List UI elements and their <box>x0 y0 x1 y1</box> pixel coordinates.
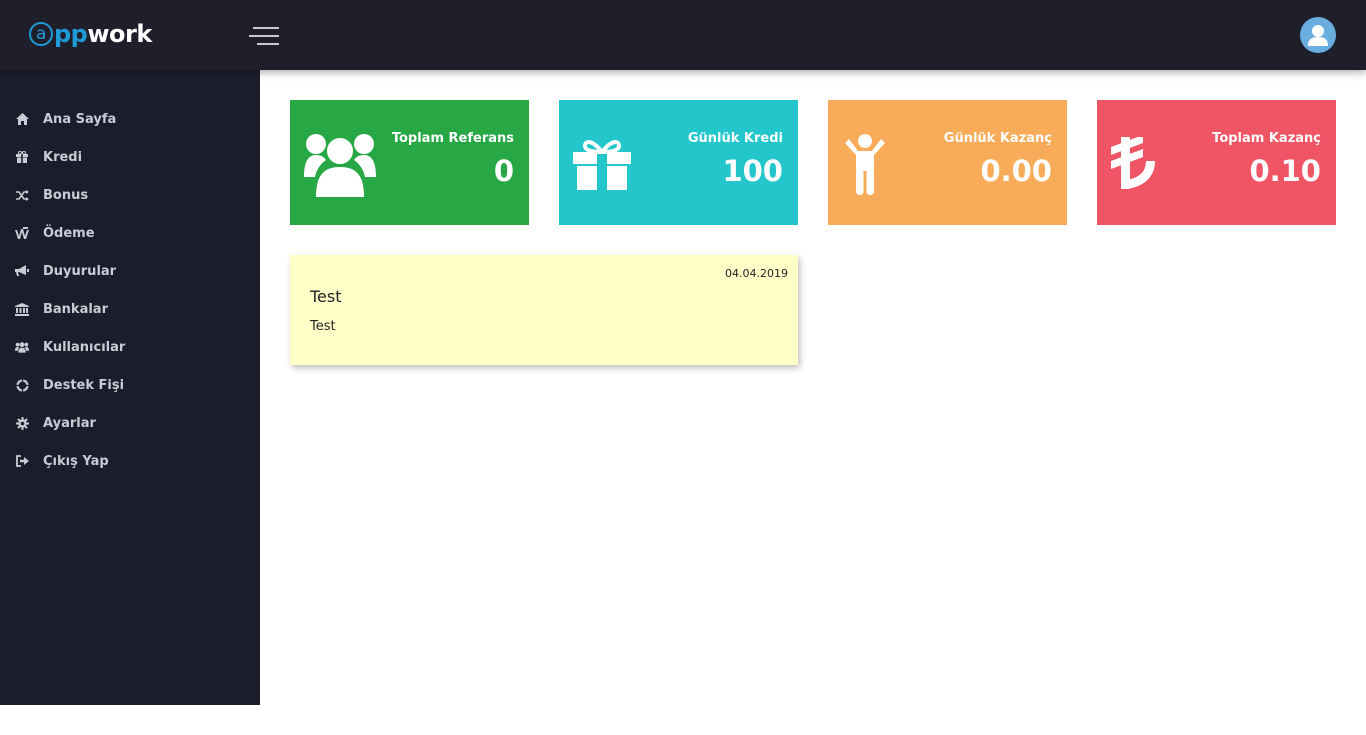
hamburger-icon[interactable] <box>249 27 279 45</box>
sidebar-item-label: Bonus <box>43 187 89 203</box>
sidebar-item-bonus[interactable]: Bonus <box>0 176 260 214</box>
sidebar-item-ana-sayfa[interactable]: Ana Sayfa <box>0 100 260 138</box>
sidebar-item-bankalar[interactable]: Bankalar <box>0 290 260 328</box>
logo-at-symbol: a <box>29 22 53 46</box>
lira-icon <box>1111 130 1157 198</box>
logo-work-text: work <box>87 20 152 48</box>
top-navbar: a pp work <box>0 0 1366 70</box>
card-value: 0.00 <box>980 154 1052 188</box>
sidebar-item-odeme[interactable]: Ödeme <box>0 214 260 252</box>
announcement-note[interactable]: 04.04.2019 Test Test <box>290 255 798 365</box>
card-title: Günlük Kredi <box>687 131 783 146</box>
card-gunluk-kazanc[interactable]: Günlük Kazanç 0.00 <box>828 100 1067 225</box>
sidebar-nav: Ana Sayfa Kredi Bonus Ödeme Duyurular Ba… <box>0 100 260 480</box>
sidebar-item-label: Ayarlar <box>43 415 96 431</box>
appwork-logo[interactable]: a pp work <box>29 19 152 49</box>
card-value: 0.10 <box>1249 154 1321 188</box>
sidebar-item-ayarlar[interactable]: Ayarlar <box>0 404 260 442</box>
card-title: Günlük Kazanç <box>943 131 1052 146</box>
gift-icon <box>15 150 29 164</box>
sidebar-item-destek-fisi[interactable]: Destek Fişi <box>0 366 260 404</box>
sidebar-item-label: Bankalar <box>43 301 108 317</box>
note-body: Test <box>310 319 336 334</box>
sidebar-item-label: Kullanıcılar <box>43 339 126 355</box>
note-title: Test <box>310 287 342 306</box>
lifebuoy-icon <box>15 378 29 392</box>
megaphone-icon <box>15 264 29 278</box>
card-title: Toplam Referans <box>391 131 514 146</box>
sidebar-item-duyurular[interactable]: Duyurular <box>0 252 260 290</box>
card-value: 0 <box>493 154 514 188</box>
sidebar-item-kredi[interactable]: Kredi <box>0 138 260 176</box>
sidebar-item-label: Çıkış Yap <box>43 453 109 469</box>
sign-out-icon <box>15 454 29 468</box>
card-title: Toplam Kazanç <box>1212 131 1321 146</box>
sidebar-item-label: Kredi <box>43 149 83 165</box>
child-icon <box>842 130 888 198</box>
sidebar-item-label: Ana Sayfa <box>43 111 117 127</box>
home-icon <box>15 112 29 126</box>
card-toplam-referans[interactable]: Toplam Referans 0 <box>290 100 529 225</box>
logo-pp-text: pp <box>54 20 88 48</box>
card-value: 100 <box>722 154 783 188</box>
card-toplam-kazanc[interactable]: Toplam Kazanç 0.10 <box>1097 100 1336 225</box>
users-icon <box>304 130 376 198</box>
card-gunluk-kredi[interactable]: Günlük Kredi 100 <box>559 100 798 225</box>
sidebar: Ana Sayfa Kredi Bonus Ödeme Duyurular Ba… <box>0 70 260 705</box>
sidebar-item-kullanicilar[interactable]: Kullanıcılar <box>0 328 260 366</box>
note-date: 04.04.2019 <box>725 267 788 280</box>
user-avatar-icon[interactable] <box>1300 17 1336 53</box>
gift-icon <box>573 130 631 198</box>
sidebar-item-label: Destek Fişi <box>43 377 125 393</box>
shuffle-icon <box>15 188 29 202</box>
bank-icon <box>15 302 29 316</box>
sidebar-item-label: Duyurular <box>43 263 117 279</box>
users-icon <box>15 340 29 354</box>
sidebar-item-cikis-yap[interactable]: Çıkış Yap <box>0 442 260 480</box>
gear-icon <box>15 416 29 430</box>
payment-icon <box>15 226 29 240</box>
sidebar-item-label: Ödeme <box>43 225 95 241</box>
